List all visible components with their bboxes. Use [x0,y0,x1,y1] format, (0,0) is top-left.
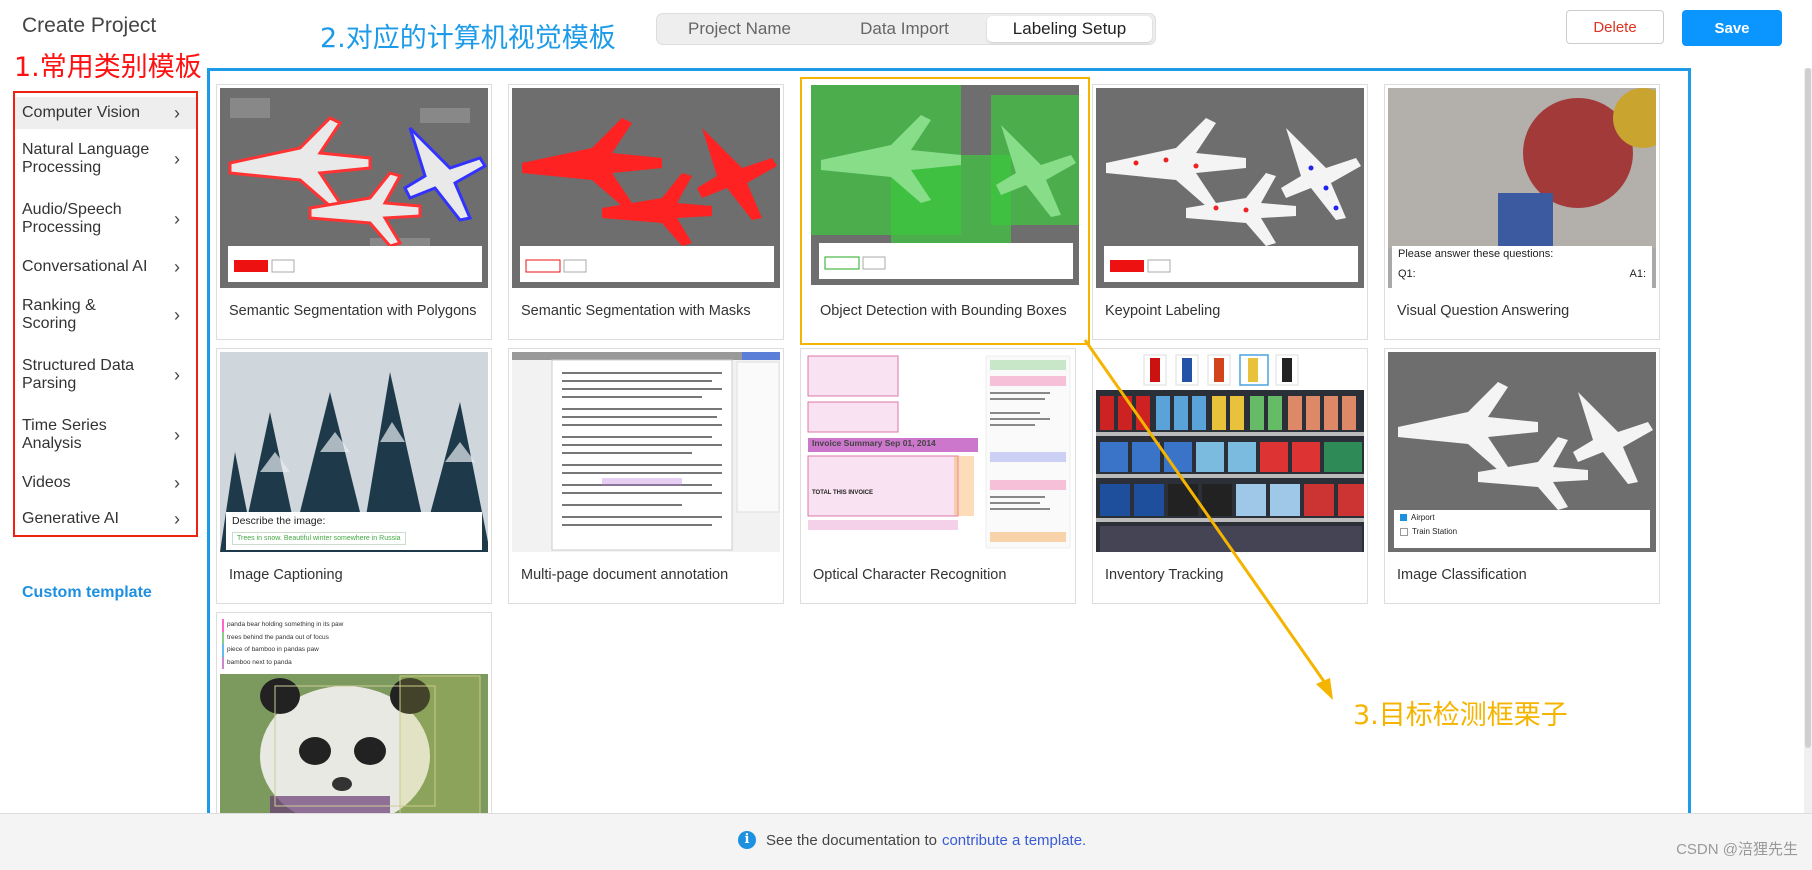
scrollbar[interactable] [1804,68,1812,813]
footer: i See the documentation to contribute a … [0,813,1812,870]
contribute-template-link[interactable]: contribute a template. [942,832,1086,849]
annotation-arrow [1083,339,1333,700]
watermark: CSDN @涪狸先生 [1676,841,1798,858]
footer-text: See the documentation to [766,831,937,849]
scrollbar-thumb[interactable] [1805,68,1811,748]
annotation-bbox-example: 3.目标检测框栗子 [1353,700,1568,731]
info-icon: i [738,831,756,849]
